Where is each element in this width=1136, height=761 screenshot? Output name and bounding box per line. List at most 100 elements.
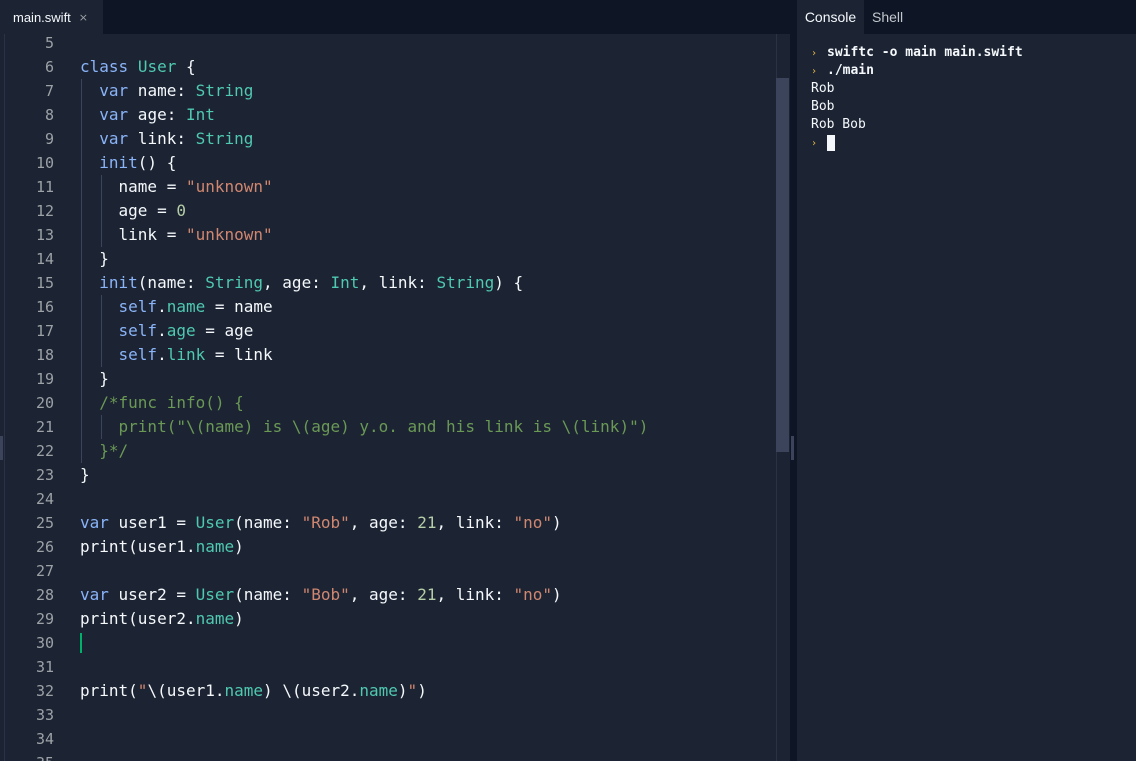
line-number: 8 [44, 106, 54, 124]
prompt-chevron-icon: › [811, 138, 818, 149]
code-text: var user2 = User(name: "Bob", age: 21, l… [80, 585, 562, 604]
console-output-text: Rob [811, 81, 835, 96]
code-text: class User { [80, 57, 196, 76]
console-tab-bar: Console Shell [797, 0, 1136, 34]
code-line[interactable]: 9 var link: String [0, 127, 776, 151]
code-line[interactable]: 10 init() { [0, 151, 776, 175]
line-number: 17 [35, 322, 54, 340]
line-number: 33 [35, 706, 54, 724]
editor-scrollbar-thumb[interactable] [776, 78, 789, 452]
code-line[interactable]: 29 print(user2.name) [0, 607, 776, 631]
code-line[interactable]: 24 [0, 487, 776, 511]
code-line[interactable]: 18 self.link = link [0, 343, 776, 367]
code-line[interactable]: 19 } [0, 367, 776, 391]
tab-main-swift[interactable]: main.swift × [0, 0, 103, 34]
console-output-line: Rob [811, 80, 834, 98]
code-line[interactable]: 34 [0, 727, 776, 751]
code-line[interactable]: 20 /*func info() { [0, 391, 776, 415]
code-line[interactable]: 32 print("\(user1.name) \(user2.name)") [0, 679, 776, 703]
console-command-text: swiftc -o main main.swift [827, 45, 1023, 60]
code-text: }*/ [80, 441, 129, 460]
line-number: 13 [35, 226, 54, 244]
code-line[interactable]: 27 [0, 559, 776, 583]
text-cursor [80, 633, 82, 653]
code-text: } [80, 369, 109, 388]
code-line[interactable]: 23} [0, 463, 776, 487]
code-line[interactable]: 35 [0, 751, 776, 761]
code-line[interactable]: 7 var name: String [0, 79, 776, 103]
line-number: 15 [35, 274, 54, 292]
code-line[interactable]: 30 [0, 631, 776, 655]
console-output-line: Bob [811, 98, 834, 116]
editor-tab-bar: main.swift × [0, 0, 792, 34]
code-line[interactable]: 14 } [0, 247, 776, 271]
code-line[interactable]: 5 [0, 34, 776, 55]
code-text: name = "unknown" [80, 177, 273, 196]
code-text: print(user2.name) [80, 609, 244, 628]
line-number: 23 [35, 466, 54, 484]
line-number: 5 [44, 34, 54, 52]
line-number: 30 [35, 634, 54, 652]
line-number: 27 [35, 562, 54, 580]
code-text: self.name = name [118, 297, 273, 316]
close-icon[interactable]: × [79, 11, 88, 24]
line-number: 35 [0, 751, 54, 761]
line-number: 6 [44, 58, 54, 76]
code-text: init(name: String, age: Int, link: Strin… [99, 273, 524, 292]
code-text: age = 0 [80, 201, 186, 220]
console-output[interactable]: › swiftc -o main main.swift › ./main Rob Bob R… [797, 34, 1136, 761]
console-command-line: › ./main [811, 62, 874, 80]
code-line[interactable]: 16 self.name = name [0, 295, 776, 319]
pane-resize-handle[interactable] [791, 436, 794, 460]
code-line[interactable]: 15 init(name: String, age: Int, link: St… [0, 271, 776, 295]
console-pane: Console Shell › swiftc -o main main.swift… [797, 0, 1136, 761]
line-number: 19 [35, 370, 54, 388]
code-text: } [80, 249, 109, 268]
tab-console[interactable]: Console [797, 0, 864, 34]
line-number: 34 [35, 730, 54, 748]
tab-label: main.swift [13, 9, 71, 25]
console-command-text: ./main [827, 63, 874, 78]
code-editor[interactable]: 5 6 class User {7 var name: String 8 var ag… [0, 34, 776, 761]
console-output-text: Bob [811, 99, 835, 114]
code-line[interactable]: 6 class User { [0, 55, 776, 79]
code-line[interactable]: 31 [0, 655, 776, 679]
line-number: 22 [35, 442, 54, 460]
line-number: 12 [35, 202, 54, 220]
line-number: 16 [35, 298, 54, 316]
code-text: var age: Int [99, 105, 215, 124]
code-line[interactable]: 28 var user2 = User(name: "Bob", age: 21,… [0, 583, 776, 607]
code-line[interactable]: 17 self.age = age [0, 319, 776, 343]
code-text: print(user1.name) [80, 537, 244, 556]
code-line[interactable]: 8 var age: Int [0, 103, 776, 127]
code-text: link = "unknown" [80, 225, 273, 244]
line-number: 10 [35, 154, 54, 172]
line-number: 21 [35, 418, 54, 436]
code-line[interactable]: 13 link = "unknown" [0, 223, 776, 247]
code-text: self.age = age [118, 321, 254, 340]
console-output-line: Rob Bob [811, 116, 866, 134]
line-number: 14 [35, 250, 54, 268]
line-number: 28 [35, 586, 54, 604]
terminal-cursor [827, 134, 835, 151]
line-number: 29 [35, 610, 54, 628]
code-line[interactable]: 33 [0, 703, 776, 727]
left-resize-handle[interactable] [0, 436, 3, 460]
line-number: 26 [35, 538, 54, 556]
code-text: var link: String [99, 129, 254, 148]
code-line[interactable]: 11 name = "unknown" [0, 175, 776, 199]
line-number: 20 [35, 394, 54, 412]
code-text: print("\(name) is \(age) y.o. and his li… [80, 417, 649, 436]
editor-pane: main.swift × 5 6 class User { 7 var name: S… [0, 0, 792, 761]
code-line[interactable]: 12 age = 0 [0, 199, 776, 223]
code-line[interactable]: 22 }*/ [0, 439, 776, 463]
tab-shell[interactable]: Shell [872, 0, 903, 34]
pane-divider[interactable] [790, 0, 797, 761]
code-text: print("\(user1.name) \(user2.name)") [80, 681, 427, 700]
line-number: 18 [35, 346, 54, 364]
code-line[interactable]: 25 var user1 = User(name: "Rob", age: 21,… [0, 511, 776, 535]
prompt-chevron-icon: › [811, 66, 818, 77]
line-number: 9 [44, 130, 54, 148]
code-line[interactable]: 21 print("\(name) is \(age) y.o. and his… [0, 415, 776, 439]
code-line[interactable]: 26 print(user1.name) [0, 535, 776, 559]
